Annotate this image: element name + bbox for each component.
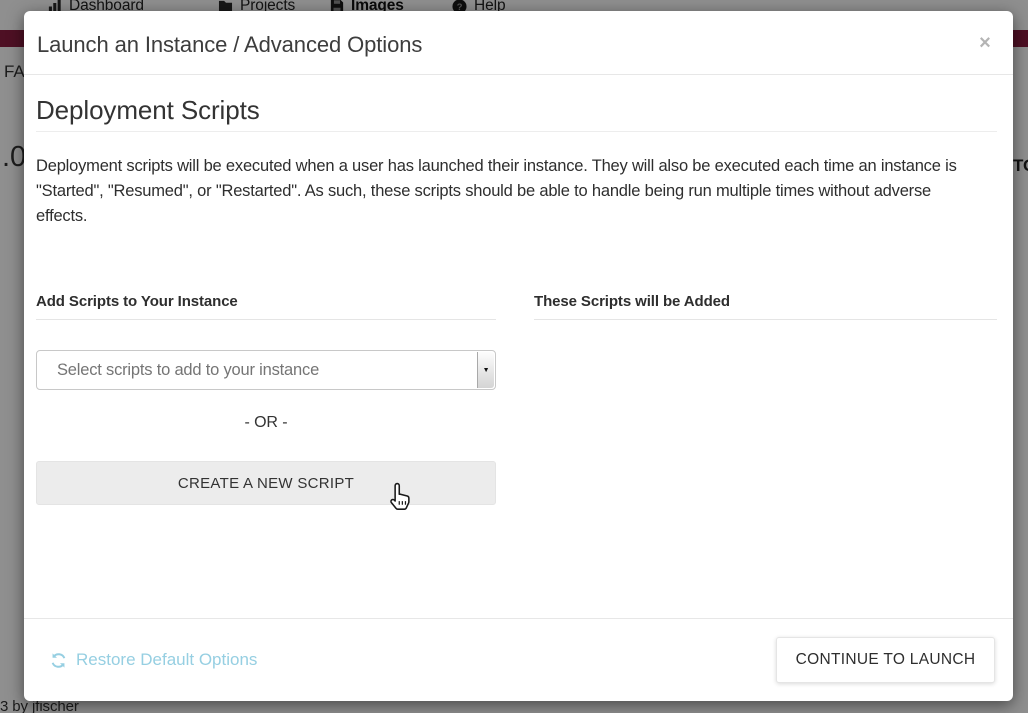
added-scripts-header: These Scripts will be Added	[534, 293, 997, 320]
section-description: Deployment scripts will be executed when…	[36, 154, 974, 229]
added-scripts-column: These Scripts will be Added	[534, 293, 997, 505]
restore-link-label: Restore Default Options	[76, 650, 257, 670]
script-select-placeholder: Select scripts to add to your instance	[37, 361, 319, 380]
modal-body: Deployment Scripts Deployment scripts wi…	[24, 95, 1013, 505]
modal-footer: Restore Default Options CONTINUE TO LAUN…	[24, 618, 1013, 701]
add-scripts-column: Add Scripts to Your Instance Select scri…	[36, 293, 496, 505]
script-select-dropdown[interactable]: Select scripts to add to your instance ▼	[36, 350, 496, 390]
close-icon[interactable]: ×	[973, 31, 997, 55]
launch-instance-advanced-options-modal: Launch an Instance / Advanced Options × …	[24, 11, 1013, 701]
scripts-columns: Add Scripts to Your Instance Select scri…	[36, 293, 997, 505]
chevron-down-icon: ▼	[477, 352, 494, 388]
create-new-script-button[interactable]: CREATE A NEW SCRIPT	[36, 461, 496, 505]
continue-to-launch-button[interactable]: CONTINUE TO LAUNCH	[776, 637, 995, 683]
add-scripts-header: Add Scripts to Your Instance	[36, 293, 496, 320]
or-separator: - OR -	[36, 414, 496, 432]
restore-default-options-link[interactable]: Restore Default Options	[50, 650, 257, 670]
section-heading: Deployment Scripts	[36, 95, 997, 132]
modal-header: Launch an Instance / Advanced Options ×	[24, 11, 1013, 75]
modal-title: Launch an Instance / Advanced Options	[37, 32, 993, 58]
refresh-icon	[50, 652, 67, 669]
